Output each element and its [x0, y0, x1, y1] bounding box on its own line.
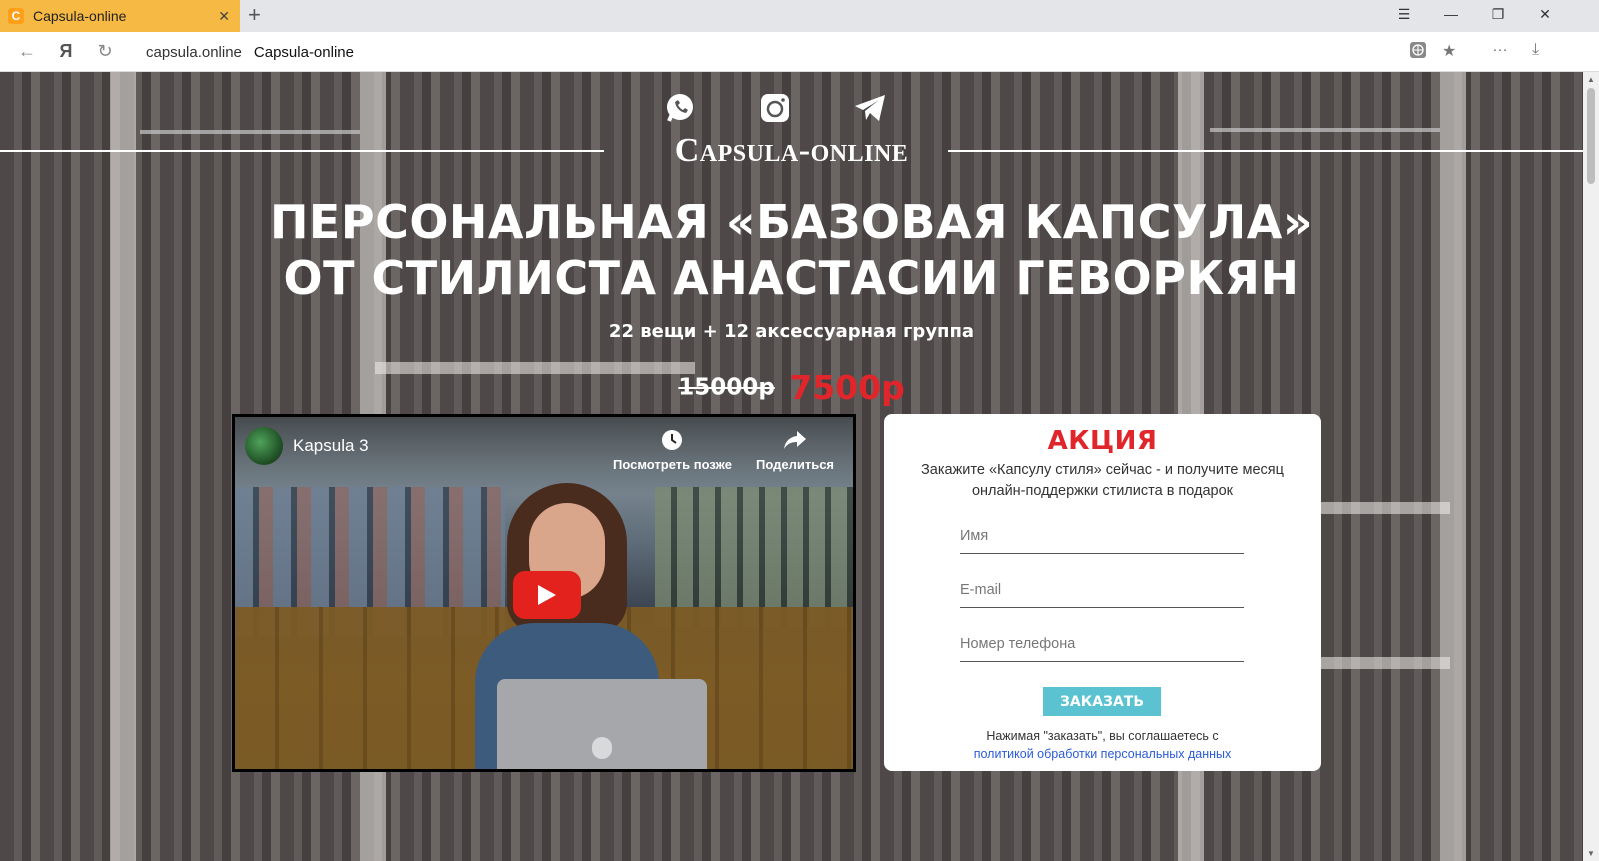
whatsapp-icon[interactable] [664, 92, 696, 124]
headline-line-2: ОТ СТИЛИСТА АНАСТАСИИ ГЕВОРКЯН [283, 251, 1300, 305]
address-page-title: Capsula-online [253, 43, 354, 61]
tab-title: Capsula-online [33, 8, 127, 24]
promo-description-line-2: онлайн-поддержки стилиста в подарок [971, 483, 1234, 499]
reload-icon[interactable]: ↻ [94, 41, 116, 62]
downloads-icon[interactable]: ⤓ [1532, 41, 1539, 59]
consent-notice: Нажимая "заказать", вы соглашаетесь с по… [884, 727, 1321, 763]
youtube-video-player[interactable]: Kapsula 3 Посмотреть позже Поделиться [232, 414, 856, 772]
scroll-up-icon[interactable]: ▲ [1587, 75, 1595, 84]
apple-logo-icon [592, 737, 612, 759]
phone-field[interactable]: Номер телефона [960, 632, 1244, 662]
play-button[interactable] [513, 571, 581, 619]
name-field[interactable]: Имя [960, 524, 1244, 554]
back-icon[interactable]: ← [16, 41, 38, 62]
address-domain: capsula.online [146, 43, 242, 61]
site-favicon-icon: C [8, 8, 24, 24]
close-tab-icon[interactable]: ✕ [218, 8, 230, 25]
new-price: 7500р [789, 368, 905, 407]
shelf [1320, 502, 1450, 514]
scrollbar-thumb[interactable] [1587, 88, 1595, 184]
address-bar[interactable]: capsula.online Capsula-online [137, 37, 1491, 67]
site-logo[interactable]: Capsula-online [0, 132, 1583, 170]
consent-text: Нажимая "заказать", вы соглашаетесь с [986, 729, 1219, 743]
clock-icon [662, 430, 683, 450]
scroll-down-icon[interactable]: ▼ [1587, 849, 1595, 858]
headline-line-1: ПЕРСОНАЛЬНАЯ «БАЗОВАЯ КАПСУЛА» [269, 195, 1314, 249]
restore-icon[interactable]: ❐ [1487, 6, 1509, 26]
video-title[interactable]: Kapsula 3 [293, 436, 369, 456]
minimize-icon[interactable]: — [1440, 6, 1462, 26]
email-field[interactable]: E-mail [960, 578, 1244, 608]
share-button[interactable]: Поделиться [756, 429, 834, 472]
order-button[interactable]: ЗАКАЗАТЬ [1043, 687, 1161, 716]
promo-title: АКЦИЯ [1047, 426, 1158, 456]
play-icon [538, 585, 556, 605]
share-arrow-icon [784, 431, 807, 449]
promo-description: Закажите «Капсулу стиля» сейчас - и полу… [904, 460, 1301, 502]
page-scrollbar[interactable]: ▲ ▼ [1583, 72, 1599, 861]
share-label: Поделиться [756, 457, 835, 472]
order-form: АКЦИЯ Закажите «Капсулу стиля» сейчас - … [884, 414, 1321, 771]
watch-later-label: Посмотреть позже [613, 457, 732, 472]
new-tab-icon[interactable]: + [248, 4, 261, 26]
watch-later-button[interactable]: Посмотреть позже [613, 429, 732, 472]
shelf [1320, 657, 1450, 669]
yandex-icon[interactable]: Я [55, 41, 77, 62]
instagram-icon[interactable] [759, 92, 791, 124]
offer-subtitle: 22 вещи + 12 аксессуарная группа [608, 321, 975, 342]
video-background-store [655, 487, 853, 627]
price-block: 15000р 7500р [0, 368, 1583, 407]
wardrobe-frame [110, 72, 136, 861]
wardrobe-frame [1440, 72, 1466, 861]
privacy-policy-link[interactable]: политикой обработки персональных данных [974, 747, 1232, 761]
more-icon[interactable]: … [1492, 38, 1508, 56]
old-price: 15000р [678, 374, 775, 401]
bookmark-star-icon[interactable]: ★ [1442, 41, 1456, 61]
channel-avatar[interactable] [245, 427, 283, 465]
landing-page: Capsula-online ПЕРСОНАЛЬНАЯ «БАЗОВАЯ КАП… [0, 72, 1583, 861]
navigation-bar: ← Я ↻ capsula.online Capsula-online ★ … … [0, 32, 1599, 72]
telegram-icon[interactable] [853, 92, 887, 124]
menu-icon[interactable]: ☰ [1393, 6, 1415, 26]
close-window-icon[interactable]: ✕ [1534, 6, 1556, 26]
translate-icon[interactable] [1409, 41, 1427, 64]
tab-bar: C Capsula-online ✕ + ☰ — ❐ ✕ [0, 0, 1599, 32]
page-headline: ПЕРСОНАЛЬНАЯ «БАЗОВАЯ КАПСУЛА» ОТ СТИЛИС… [0, 194, 1583, 306]
active-tab[interactable]: C Capsula-online ✕ [0, 0, 240, 32]
promo-description-line-1: Закажите «Капсулу стиля» сейчас - и полу… [921, 462, 1284, 478]
